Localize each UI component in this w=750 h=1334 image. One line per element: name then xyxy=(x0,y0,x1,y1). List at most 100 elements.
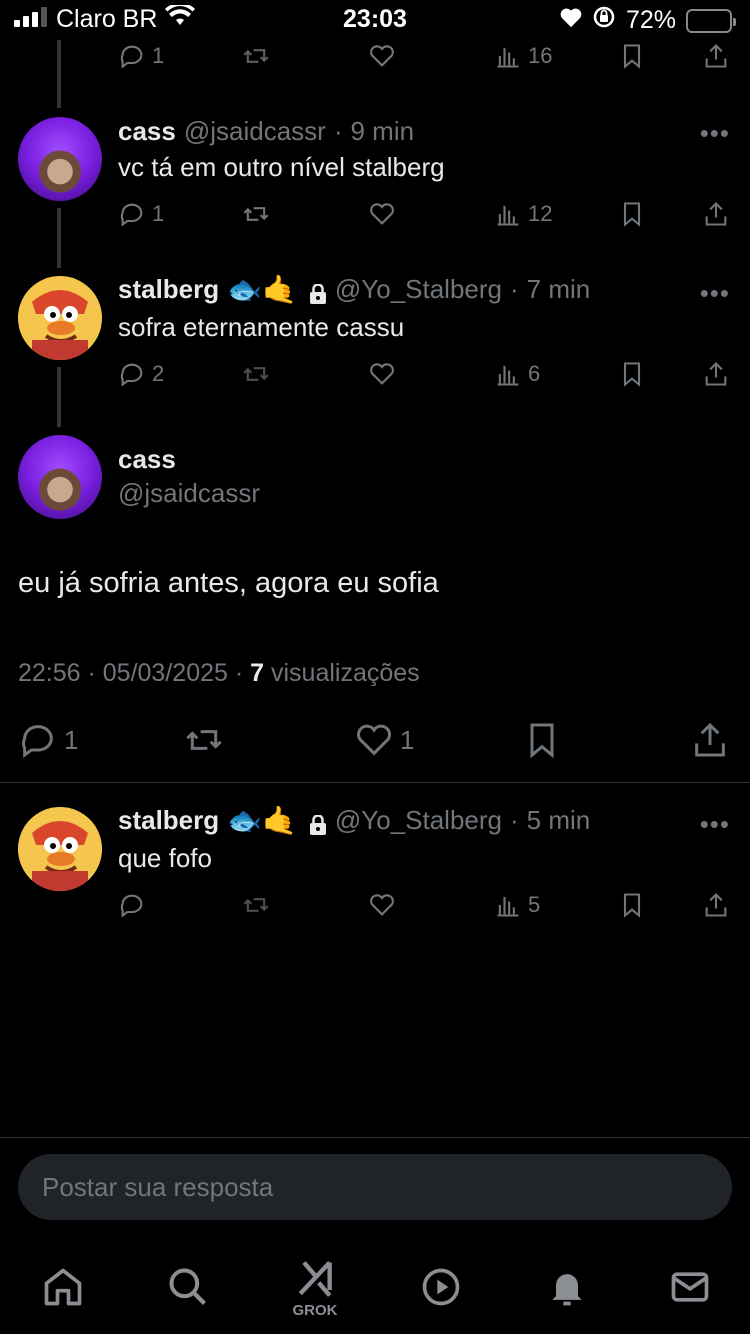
views-button[interactable]: 12 xyxy=(494,200,552,228)
nav-messages[interactable] xyxy=(665,1262,715,1312)
reply-header: stalberg 🐟🤙 @Yo_Stalberg · 5 min xyxy=(118,805,590,836)
nav-video[interactable] xyxy=(416,1262,466,1312)
reply-icon xyxy=(120,45,143,69)
reply-item[interactable]: stalberg 🐟🤙 @Yo_Stalberg · 7 min ••• sof… xyxy=(0,268,750,398)
reply-text: que fofo xyxy=(118,843,212,873)
reply-icon xyxy=(120,363,143,387)
share-icon xyxy=(705,44,727,68)
heart-icon xyxy=(370,894,394,916)
bookmark-button[interactable] xyxy=(618,200,646,228)
bookmark-icon xyxy=(623,893,641,918)
bookmark-button[interactable] xyxy=(618,42,646,70)
tweet-timestamp[interactable]: 22:56 · 05/03/2025 · xyxy=(18,659,243,687)
play-icon xyxy=(422,1268,460,1306)
reply-actions: 5 xyxy=(118,891,730,927)
nav-notifications[interactable] xyxy=(542,1262,592,1312)
reply-icon xyxy=(22,725,53,758)
retweet-button[interactable] xyxy=(242,360,270,388)
reply-compose-input[interactable]: Postar sua resposta xyxy=(18,1154,732,1220)
grok-icon xyxy=(298,1260,332,1297)
like-button[interactable] xyxy=(368,360,396,388)
more-options-button[interactable]: ••• xyxy=(700,118,730,149)
timestamp[interactable]: 5 min xyxy=(527,805,591,836)
home-icon xyxy=(44,1268,82,1306)
views-button[interactable]: 16 xyxy=(494,42,552,70)
retweet-button[interactable] xyxy=(242,891,270,919)
avatar-image xyxy=(18,276,102,360)
divider xyxy=(0,1137,750,1138)
search-icon xyxy=(169,1268,207,1306)
like-button[interactable]: 1 xyxy=(354,720,414,760)
reply-item[interactable]: cass @jsaidcassr · 9 min ••• vc tá em ou… xyxy=(0,108,750,238)
separator: · xyxy=(333,116,343,146)
avatar[interactable] xyxy=(18,807,102,891)
retweet-icon xyxy=(243,367,269,381)
lock-icon xyxy=(309,280,327,304)
share-icon xyxy=(705,202,727,226)
mail-icon xyxy=(671,1272,709,1302)
name-emojis: 🐟🤙 xyxy=(227,804,297,836)
tweet-text: eu já sofria antes, agora eu sofia xyxy=(18,567,439,599)
reply-actions: 1 16 xyxy=(118,42,730,78)
retweet-button[interactable] xyxy=(184,720,224,760)
bookmark-icon xyxy=(530,723,554,759)
avatar[interactable] xyxy=(18,276,102,360)
reply-item[interactable]: stalberg 🐟🤙 @Yo_Stalberg · 5 min ••• que… xyxy=(0,799,750,929)
share-button[interactable] xyxy=(702,200,730,228)
share-button[interactable] xyxy=(690,720,730,760)
bookmark-icon xyxy=(623,362,641,387)
handle[interactable]: @jsaidcassr xyxy=(118,478,260,509)
share-icon xyxy=(705,893,727,917)
bookmark-button[interactable] xyxy=(618,360,646,388)
display-name[interactable]: stalberg xyxy=(118,274,219,305)
views-count: 7 xyxy=(250,659,265,687)
reply-icon xyxy=(120,894,143,918)
bookmark-button[interactable] xyxy=(618,891,646,919)
name-emojis: 🐟🤙 xyxy=(227,273,297,305)
like-button[interactable] xyxy=(368,891,396,919)
reply-button[interactable]: 1 xyxy=(18,720,78,760)
share-button[interactable] xyxy=(702,42,730,70)
tweet-actions: 1 1 xyxy=(18,720,730,764)
reply-header: cass @jsaidcassr · 9 min xyxy=(118,116,414,147)
display-name[interactable]: stalberg xyxy=(118,805,219,836)
heart-icon xyxy=(370,45,394,67)
handle[interactable]: @Yo_Stalberg xyxy=(335,805,502,836)
handle[interactable]: @jsaidcassr xyxy=(184,116,326,147)
avatar[interactable] xyxy=(18,435,102,519)
nav-search[interactable] xyxy=(163,1262,213,1312)
retweet-icon xyxy=(243,207,269,221)
retweet-icon xyxy=(243,898,269,912)
nav-grok[interactable] xyxy=(290,1254,340,1304)
views-button[interactable]: 6 xyxy=(494,360,540,388)
more-options-button[interactable]: ••• xyxy=(700,809,730,840)
timestamp[interactable]: 9 min xyxy=(351,116,415,147)
reply-item[interactable]: 1 16 xyxy=(0,0,750,80)
reply-actions: 1 12 xyxy=(118,200,730,236)
nav-home[interactable] xyxy=(38,1262,88,1312)
timestamp[interactable]: 7 min xyxy=(527,274,591,305)
tweet-meta: 22:56 · 05/03/2025 · 7 visualizações xyxy=(18,659,420,688)
views-button[interactable]: 5 xyxy=(494,891,540,919)
display-name[interactable]: cass xyxy=(118,116,176,147)
reply-button[interactable]: 1 xyxy=(118,42,164,70)
share-icon xyxy=(695,722,725,757)
reply-button[interactable]: 2 xyxy=(118,360,164,388)
handle[interactable]: @Yo_Stalberg xyxy=(335,274,502,305)
reply-text: sofra eternamente cassu xyxy=(118,312,405,342)
bookmark-button[interactable] xyxy=(522,720,562,760)
share-button[interactable] xyxy=(702,891,730,919)
reply-button[interactable] xyxy=(118,891,146,919)
avatar[interactable] xyxy=(18,117,102,201)
heart-icon xyxy=(370,363,394,385)
reply-button[interactable]: 1 xyxy=(118,200,164,228)
retweet-button[interactable] xyxy=(242,42,270,70)
heart-icon xyxy=(356,724,392,756)
like-button[interactable] xyxy=(368,200,396,228)
retweet-button[interactable] xyxy=(242,200,270,228)
reply-header: stalberg 🐟🤙 @Yo_Stalberg · 7 min xyxy=(118,274,590,305)
like-button[interactable] xyxy=(368,42,396,70)
share-button[interactable] xyxy=(702,360,730,388)
more-options-button[interactable]: ••• xyxy=(700,278,730,309)
display-name[interactable]: cass xyxy=(118,444,176,475)
